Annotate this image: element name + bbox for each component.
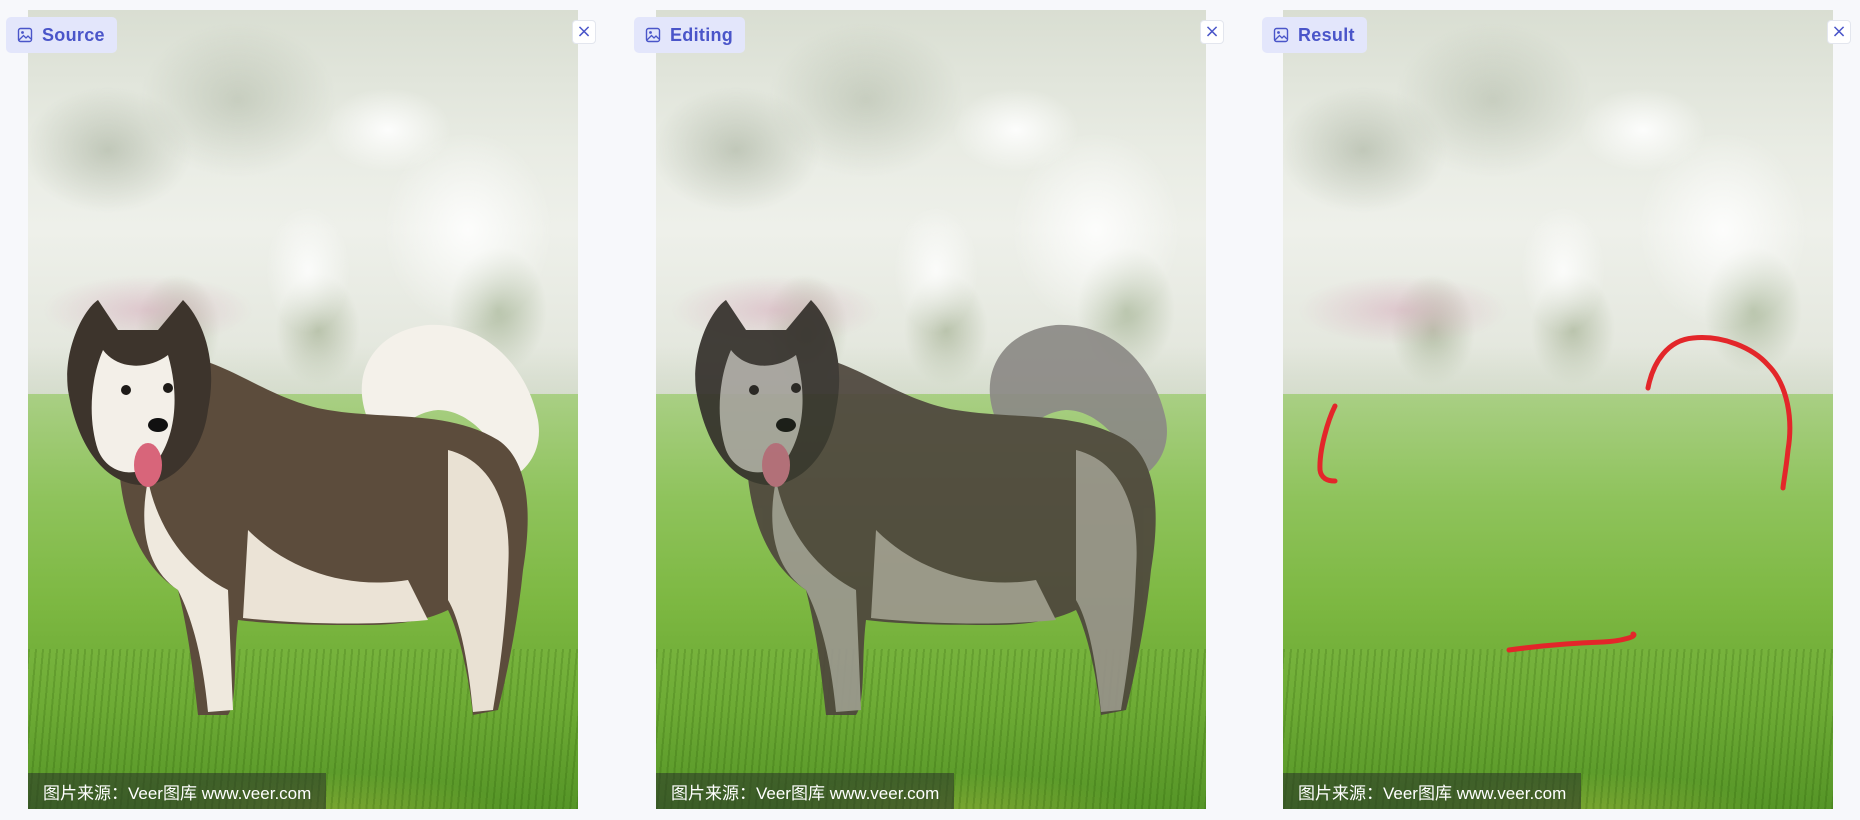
image-credit: 图片来源：Veer图库 www.veer.com xyxy=(1283,773,1582,809)
close-icon[interactable]: × xyxy=(1200,20,1224,44)
image-icon xyxy=(1273,27,1289,43)
result-panel: 图片来源：Veer图库 www.veer.com xyxy=(1283,10,1833,809)
comparison-stage: 图片来源：Veer图库 www.veer.com 图片来源：Veer图库 www… xyxy=(0,0,1860,820)
result-tag[interactable]: Result xyxy=(1262,17,1367,53)
result-image xyxy=(1283,10,1833,809)
image-icon xyxy=(17,27,33,43)
close-icon[interactable]: × xyxy=(1827,20,1851,44)
dog-figure xyxy=(67,300,539,715)
image-credit: 图片来源：Veer图库 www.veer.com xyxy=(28,773,327,809)
panel-title: Result xyxy=(1298,24,1355,45)
source-tag[interactable]: Source xyxy=(6,17,117,53)
editing-tag[interactable]: Editing xyxy=(634,17,746,53)
editing-image xyxy=(656,10,1206,809)
editing-panel: 图片来源：Veer图库 www.veer.com xyxy=(656,10,1206,809)
dog-masked-figure xyxy=(695,300,1167,715)
source-image xyxy=(28,10,578,809)
source-panel: 图片来源：Veer图库 www.veer.com xyxy=(28,10,578,809)
image-icon xyxy=(645,27,661,43)
close-icon[interactable]: × xyxy=(572,20,596,44)
image-credit: 图片来源：Veer图库 www.veer.com xyxy=(656,773,955,809)
panel-title: Editing xyxy=(670,24,734,45)
panel-title: Source xyxy=(42,24,105,45)
